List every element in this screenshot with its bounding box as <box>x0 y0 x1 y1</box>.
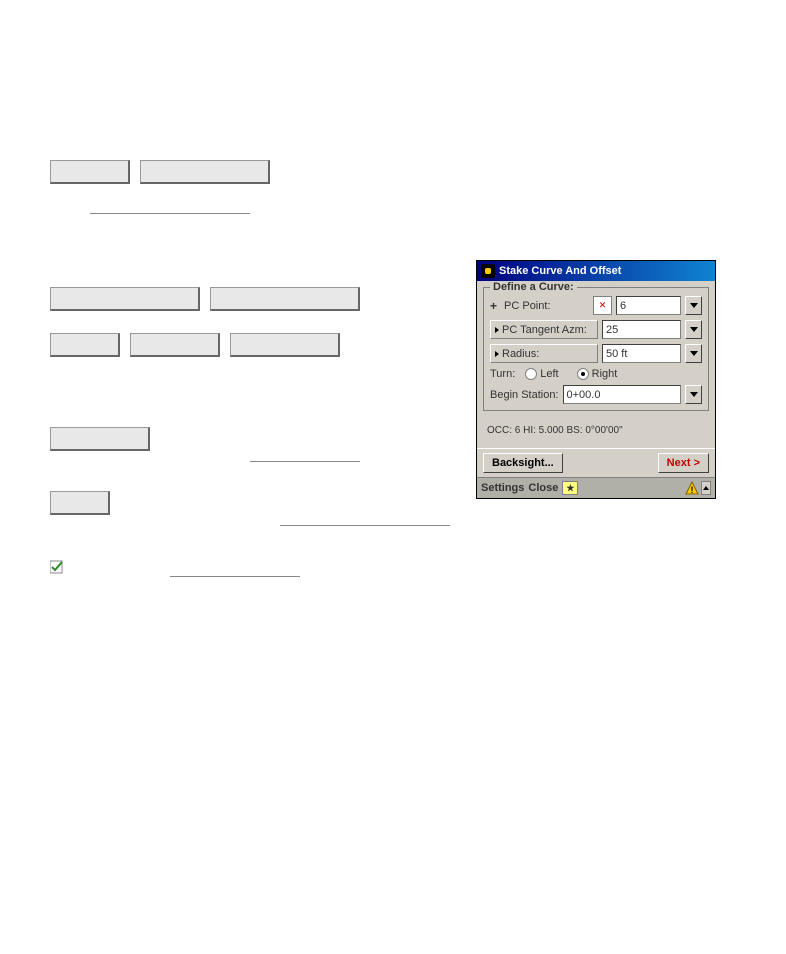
turn-label: Turn: <box>490 368 515 380</box>
begin-station-label: Begin Station: <box>490 389 559 401</box>
pc-tangent-dropdown[interactable] <box>685 320 702 339</box>
placeholder-button <box>50 427 150 451</box>
plus-icon: + <box>490 299 497 313</box>
checkbox-icon <box>50 560 64 574</box>
placeholder-button <box>210 287 360 311</box>
fieldset-legend: Define a Curve: <box>490 281 577 293</box>
placeholder-button <box>50 333 120 357</box>
app-icon <box>481 264 495 278</box>
next-button[interactable]: Next > <box>658 453 709 473</box>
radius-dropdown[interactable] <box>685 344 702 363</box>
turn-left-radio[interactable]: Left <box>525 368 558 380</box>
placeholder-button <box>50 160 130 184</box>
close-link[interactable]: Close <box>528 482 558 494</box>
radius-row: Radius: 50 ft <box>490 344 702 363</box>
turn-row: Turn: Left Right <box>490 368 702 380</box>
placeholder-button <box>230 333 340 357</box>
button-bar: Backsight... Next > <box>477 448 715 477</box>
svg-text:!: ! <box>691 485 694 495</box>
status-line: OCC: 6 HI: 5.000 BS: 0°00'00" <box>483 419 709 442</box>
turn-right-radio[interactable]: Right <box>577 368 618 380</box>
document-body <box>50 160 450 577</box>
placeholder-button <box>130 333 220 357</box>
map-pick-button[interactable]: ✕ <box>593 296 612 315</box>
radio-icon <box>525 368 537 380</box>
begin-station-input[interactable]: 0+00.0 <box>563 385 682 404</box>
pc-tangent-button[interactable]: PC Tangent Azm: <box>490 320 598 339</box>
underline-placeholder <box>170 557 300 577</box>
stake-curve-dialog: Stake Curve And Offset Define a Curve: +… <box>476 260 716 499</box>
dialog-body: Define a Curve: + PC Point: ✕ 6 PC Tange… <box>477 281 715 448</box>
pc-tangent-input[interactable]: 25 <box>602 320 681 339</box>
underline-placeholder <box>280 506 450 526</box>
pc-point-row: + PC Point: ✕ 6 <box>490 296 702 315</box>
triangle-icon <box>495 327 499 333</box>
backsight-button[interactable]: Backsight... <box>483 453 563 473</box>
title-bar: Stake Curve And Offset <box>477 261 715 281</box>
pc-point-dropdown[interactable] <box>685 296 702 315</box>
warning-icon: ! <box>685 481 699 495</box>
triangle-icon <box>495 351 499 357</box>
expand-up-button[interactable] <box>701 481 711 495</box>
settings-link[interactable]: Settings <box>481 482 524 494</box>
underline-placeholder <box>250 442 360 462</box>
radius-input[interactable]: 50 ft <box>602 344 681 363</box>
favorites-button[interactable]: ★ <box>562 481 578 495</box>
dialog-title: Stake Curve And Offset <box>499 265 621 277</box>
pc-point-input[interactable]: 6 <box>616 296 681 315</box>
placeholder-button <box>140 160 270 184</box>
underline-placeholder <box>90 194 250 214</box>
placeholder-button <box>50 287 200 311</box>
begin-station-row: Begin Station: 0+00.0 <box>490 385 702 404</box>
placeholder-button <box>50 491 110 515</box>
radius-button[interactable]: Radius: <box>490 344 598 363</box>
pc-point-label: PC Point: <box>504 300 589 312</box>
define-curve-fieldset: Define a Curve: + PC Point: ✕ 6 PC Tange… <box>483 287 709 411</box>
radio-icon <box>577 368 589 380</box>
bottom-bar: Settings Close ★ ! <box>477 477 715 498</box>
pc-tangent-row: PC Tangent Azm: 25 <box>490 320 702 339</box>
begin-station-dropdown[interactable] <box>685 385 702 404</box>
